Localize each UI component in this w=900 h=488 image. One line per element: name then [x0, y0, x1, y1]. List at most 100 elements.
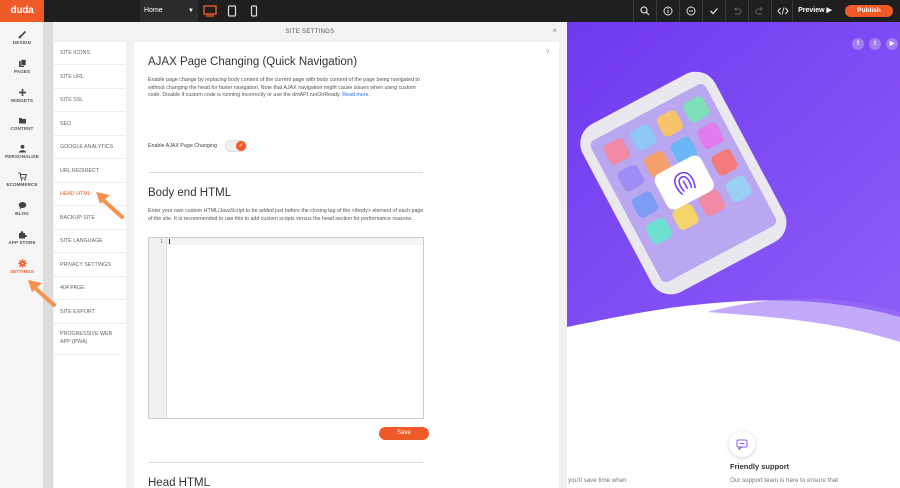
- sidebar-item-widgets[interactable]: WIDGETS: [0, 84, 44, 112]
- settings-menu-item[interactable]: SITE EXPORT: [54, 301, 126, 324]
- support-icon: [729, 431, 755, 457]
- active-line-highlight: [167, 238, 423, 245]
- ajax-toggle[interactable]: ✓: [225, 140, 247, 152]
- close-icon[interactable]: ×: [552, 22, 557, 40]
- person-icon: [18, 144, 26, 153]
- support-text: Our support team is here to ensure that: [730, 477, 838, 484]
- twitter-icon[interactable]: t: [869, 38, 881, 50]
- settings-menu-item[interactable]: SITE LANGUAGE: [54, 230, 126, 253]
- facebook-icon[interactable]: f: [852, 38, 864, 50]
- plus-icon: [18, 89, 26, 96]
- annotation-arrow-icon: [28, 280, 56, 307]
- feature-text: you'll save time when: [568, 477, 627, 484]
- publish-button[interactable]: Publish: [845, 5, 893, 17]
- sidebar-item-label: SETTINGS: [10, 269, 34, 274]
- cart-icon: [18, 172, 27, 181]
- youtube-icon[interactable]: ▶: [886, 38, 898, 50]
- settings-menu-item[interactable]: URL REDIRECT: [54, 160, 126, 183]
- desktop-view-button[interactable]: [199, 0, 221, 22]
- panel-title: SITE SETTINGS: [285, 29, 335, 35]
- body-end-section-title: Body end HTML: [148, 187, 232, 199]
- body-end-description: Enter your own custom HTML/JavaScript to…: [148, 208, 424, 222]
- play-icon: ▶: [826, 7, 832, 14]
- sidebar-item-personalize[interactable]: PERSONALIZE: [0, 140, 44, 168]
- preview-button[interactable]: Preview ▶: [792, 0, 838, 22]
- chat-bubble-icon: [736, 439, 748, 451]
- sidebar-item-design[interactable]: DESIGN: [0, 26, 44, 54]
- sidebar-item-blog[interactable]: BLOG: [0, 197, 44, 225]
- sidebar-item-pages[interactable]: PAGES: [0, 55, 44, 83]
- mobile-icon: [250, 5, 258, 17]
- sidebar-item-label: DESIGN: [12, 40, 32, 45]
- site-settings-panel: SITE SETTINGS × SITE ICONS SITE URL SITE…: [53, 22, 567, 488]
- settings-menu-item[interactable]: PRIVACY SETTINGS: [54, 254, 126, 277]
- sidebar-item-label: WIDGETS: [10, 98, 34, 103]
- section-divider: [148, 172, 423, 173]
- settings-menu-item[interactable]: SITE ICONS: [54, 42, 126, 65]
- search-icon: [640, 6, 650, 16]
- folder-icon: [18, 118, 26, 124]
- sidebar-item-content[interactable]: CONTENT: [0, 112, 44, 140]
- sidebar-item-label: ECOMMERCE: [6, 182, 38, 187]
- sidebar-item-label: PERSONALIZE: [5, 154, 39, 159]
- sidebar-item-label: BLOG: [15, 211, 29, 216]
- settings-content: ? AJAX Page Changing (Quick Navigation) …: [134, 42, 559, 488]
- top-toolbar: duda Home ▼ Preview ▶ Publish: [0, 0, 900, 22]
- check-icon: ✓: [236, 141, 246, 151]
- page-selector[interactable]: Home ▼: [140, 0, 198, 22]
- save-button[interactable]: Save: [379, 427, 429, 440]
- section-divider: [148, 462, 423, 463]
- hero-background: [567, 22, 900, 488]
- developer-mode-button[interactable]: [772, 0, 794, 22]
- sidebar-item-app-store[interactable]: APP STORE: [0, 226, 44, 254]
- undo-button[interactable]: [726, 0, 748, 22]
- redo-button[interactable]: [749, 0, 771, 22]
- settings-menu-item[interactable]: GOOGLE ANALYTICS: [54, 136, 126, 159]
- check-icon: [710, 8, 718, 15]
- chat-icon: [686, 6, 696, 16]
- comment-icon: [18, 202, 26, 210]
- settings-menu-item[interactable]: PROGRESSIVE WEB APP (PWA): [54, 325, 120, 355]
- gear-icon: [17, 259, 27, 268]
- annotation-arrow-icon: [96, 192, 124, 219]
- sidebar-item-ecommerce[interactable]: ECOMMERCE: [0, 168, 44, 196]
- line-number: 1: [160, 239, 163, 245]
- info-button[interactable]: [657, 0, 679, 22]
- read-more-link[interactable]: Read more.: [342, 92, 370, 98]
- comments-button[interactable]: [680, 0, 702, 22]
- tablet-icon: [227, 5, 237, 17]
- text-cursor: [169, 239, 170, 244]
- desktop-icon: [203, 5, 217, 17]
- mobile-view-button[interactable]: [243, 0, 265, 22]
- settings-menu-item[interactable]: SEO: [54, 113, 126, 136]
- help-icon[interactable]: ?: [546, 50, 549, 56]
- sidebar-item-label: APP STORE: [8, 240, 36, 245]
- duda-logo[interactable]: duda: [0, 0, 44, 22]
- site-preview[interactable]: f t ▶ Friendly support Our support team …: [567, 22, 900, 488]
- search-button[interactable]: [634, 0, 656, 22]
- info-icon: [663, 6, 673, 16]
- body-end-code-editor[interactable]: 1: [148, 237, 424, 419]
- code-icon: [777, 7, 789, 15]
- ajax-section-title: AJAX Page Changing (Quick Navigation): [148, 56, 358, 68]
- head-html-section-title: Head HTML: [148, 477, 210, 488]
- line-number-gutter: 1: [149, 238, 167, 418]
- sidebar-item-label: CONTENT: [10, 126, 34, 131]
- sidebar-item-label: PAGES: [13, 69, 31, 74]
- tablet-view-button[interactable]: [221, 0, 243, 22]
- ajax-description: Enable page change by replacing body con…: [148, 77, 428, 100]
- puzzle-icon: [18, 231, 27, 239]
- main-sidebar: DESIGN PAGES WIDGETS CONTENT PERSONALIZE…: [0, 22, 44, 488]
- pages-icon: [18, 59, 26, 67]
- preview-label: Preview: [798, 7, 825, 14]
- approve-button[interactable]: [703, 0, 725, 22]
- support-title: Friendly support: [730, 462, 790, 471]
- settings-menu-item[interactable]: SITE SSL: [54, 89, 126, 112]
- page-selector-value: Home: [144, 7, 163, 14]
- ajax-toggle-label: Enable AJAX Page Changing: [148, 143, 217, 149]
- settings-menu-item[interactable]: 404 PAGE: [54, 277, 126, 300]
- settings-menu: SITE ICONS SITE URL SITE SSL SEO GOOGLE …: [54, 42, 126, 488]
- brush-icon: [18, 30, 26, 39]
- chevron-down-icon: ▼: [188, 8, 194, 14]
- settings-menu-item[interactable]: SITE URL: [54, 66, 126, 89]
